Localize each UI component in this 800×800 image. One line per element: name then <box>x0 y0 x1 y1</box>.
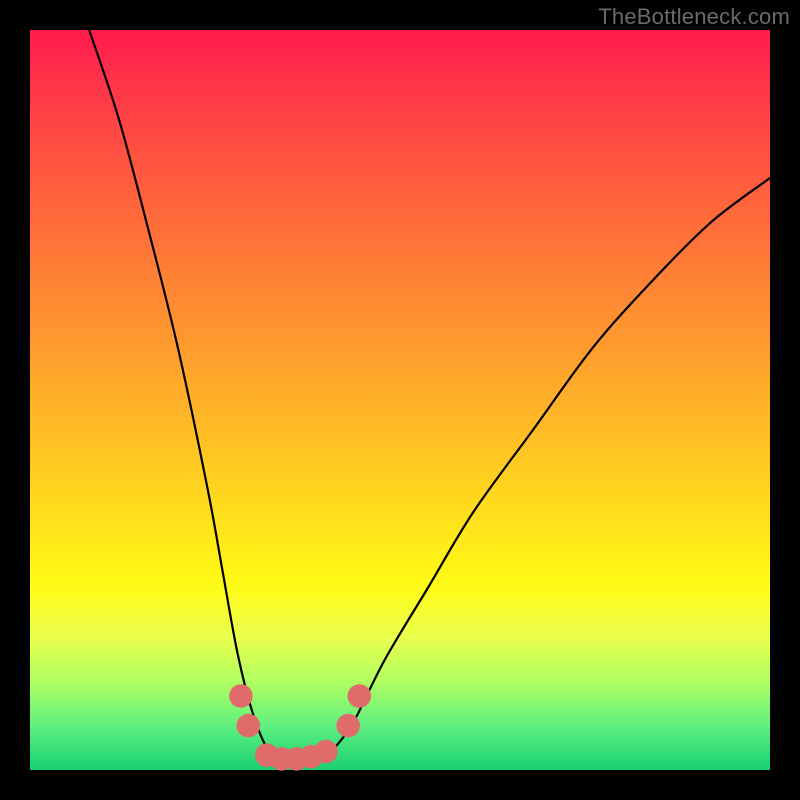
marker-right-upper <box>348 684 372 708</box>
chart-svg <box>30 30 770 770</box>
chart-frame: TheBottleneck.com <box>0 0 800 800</box>
marker-right-lower <box>336 714 360 738</box>
marker-bottom-5 <box>314 740 338 764</box>
marker-group <box>229 684 371 771</box>
bottleneck-curve <box>89 30 770 764</box>
marker-left-lower <box>237 714 261 738</box>
plot-area <box>30 30 770 770</box>
marker-left-upper <box>229 684 253 708</box>
watermark-text: TheBottleneck.com <box>598 4 790 30</box>
